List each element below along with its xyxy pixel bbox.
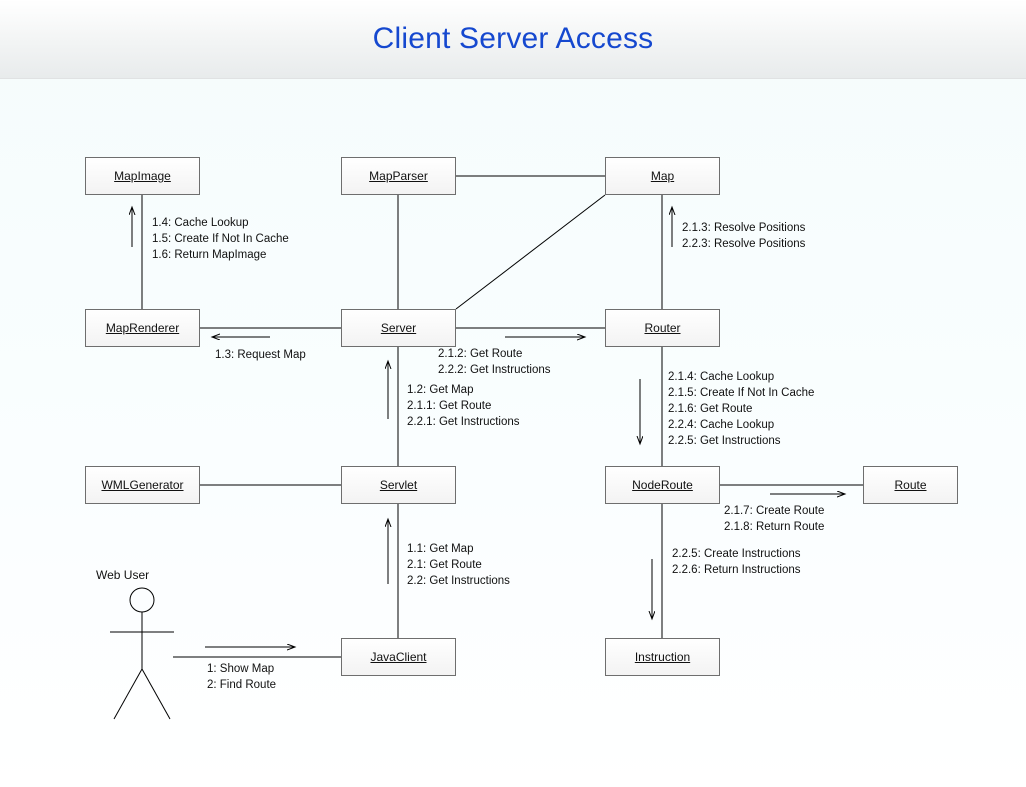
label-servlet-server: 1.2: Get Map 2.1.1: Get Route 2.2.1: Get… [407,382,520,430]
label-noderoute-instruction: 2.2.5: Create Instructions 2.2.6: Return… [672,546,800,578]
node-maprenderer: MapRenderer [85,309,200,347]
label-router-noderoute: 2.1.4: Cache Lookup 2.1.5: Create If Not… [668,369,814,449]
page-title: Client Server Access [373,22,654,56]
diagram-canvas: Web User MapImage MapParser Map MapRende… [0,79,1026,787]
label-router-map: 2.1.3: Resolve Positions 2.2.3: Resolve … [682,220,805,252]
node-mapparser: MapParser [341,157,456,195]
label-maprenderer-mapimage: 1.4: Cache Lookup 1.5: Create If Not In … [152,215,289,263]
label-actor-javaclient: 1: Show Map 2: Find Route [207,661,276,693]
node-route: Route [863,466,958,504]
node-wmlgenerator: WMLGenerator [85,466,200,504]
header-bar: Client Server Access [0,0,1026,79]
label-request-map: 1.3: Request Map [215,347,306,363]
label-server-router: 2.1.2: Get Route 2.2.2: Get Instructions [438,346,551,378]
node-server: Server [341,309,456,347]
node-instruction: Instruction [605,638,720,676]
node-javaclient: JavaClient [341,638,456,676]
node-noderoute: NodeRoute [605,466,720,504]
node-router: Router [605,309,720,347]
node-mapimage: MapImage [85,157,200,195]
actor-label: Web User [96,568,149,582]
node-servlet: Servlet [341,466,456,504]
label-noderoute-route: 2.1.7: Create Route 2.1.8: Return Route [724,503,824,535]
node-map: Map [605,157,720,195]
label-javaclient-servlet: 1.1: Get Map 2.1: Get Route 2.2: Get Ins… [407,541,510,589]
